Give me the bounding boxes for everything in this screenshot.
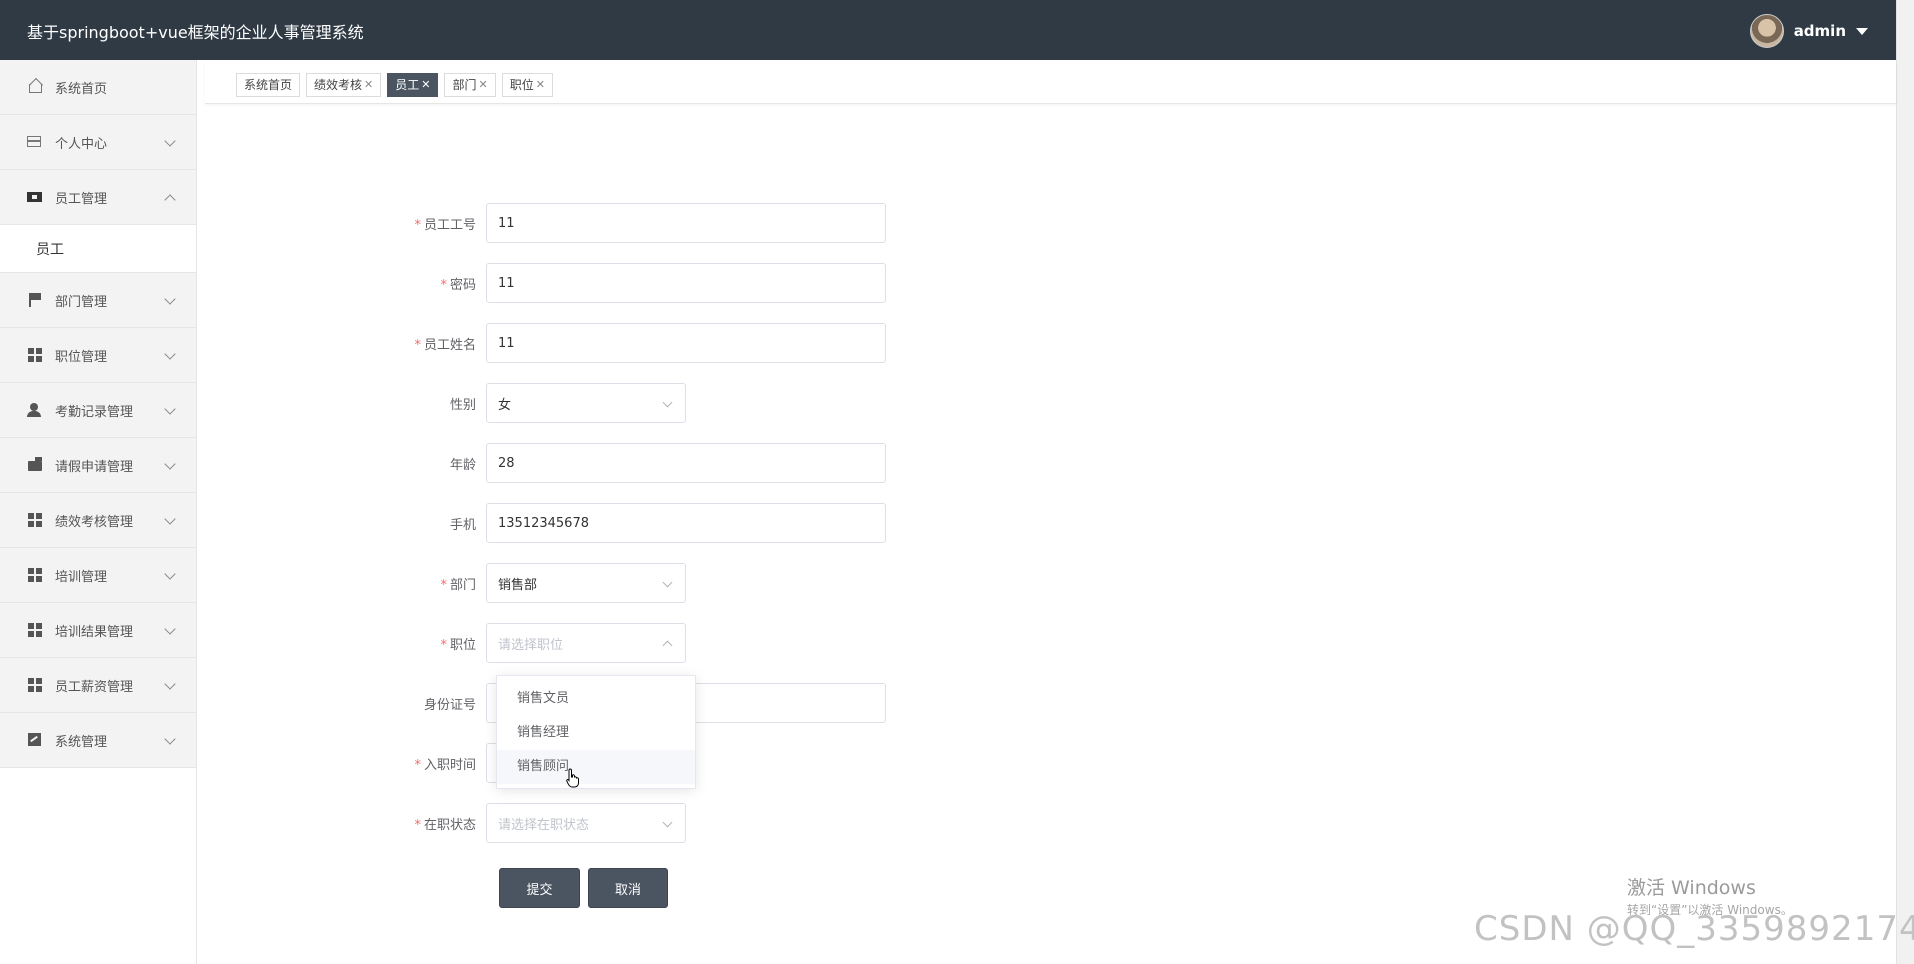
age-input[interactable]: 28 bbox=[486, 443, 886, 483]
scrollbar[interactable] bbox=[1896, 0, 1914, 964]
user-menu[interactable]: admin bbox=[1749, 14, 1868, 48]
cancel-button[interactable]: 取消 bbox=[588, 868, 668, 908]
dropdown-option[interactable]: 销售经理 bbox=[497, 716, 695, 750]
flag-icon bbox=[27, 292, 43, 308]
dropdown-option[interactable]: 销售顾问 bbox=[497, 750, 695, 784]
sidebar-subitem-employee[interactable]: 员工 bbox=[0, 225, 196, 273]
sidebar-item-training-management[interactable]: 培训管理 bbox=[0, 548, 196, 603]
department-label: * 部门 bbox=[440, 577, 476, 593]
sidebar-item-salary-management[interactable]: 员工薪资管理 bbox=[0, 658, 196, 713]
position-select[interactable]: 请选择职位 bbox=[486, 623, 686, 663]
chevron-down-icon bbox=[164, 568, 176, 580]
form-row-department: * 部门 销售部 bbox=[390, 563, 686, 603]
form-row-password: * 密码 11 bbox=[390, 263, 886, 303]
password-label: * 密码 bbox=[440, 277, 476, 293]
chevron-down-icon bbox=[164, 513, 176, 525]
id-card-label: 身份证号 bbox=[423, 697, 476, 713]
top-bar: 基于springboot+vue框架的企业人事管理系统 admin bbox=[0, 0, 1896, 60]
form-row-name: * 员工姓名 11 bbox=[390, 323, 886, 363]
status-select[interactable]: 请选择在职状态 bbox=[486, 803, 686, 843]
close-icon[interactable]: ✕ bbox=[421, 74, 430, 96]
sidebar-item-employee-management[interactable]: 员工管理 bbox=[0, 170, 196, 225]
form-row-gender: 性别 女 bbox=[390, 383, 686, 423]
home-icon bbox=[27, 77, 44, 95]
chevron-down-icon bbox=[662, 397, 673, 408]
sidebar-item-personal-center[interactable]: 个人中心 bbox=[0, 115, 196, 170]
briefcase-icon bbox=[27, 457, 43, 473]
chevron-down-icon bbox=[164, 623, 176, 635]
chevron-down-icon bbox=[164, 733, 176, 745]
form-row-phone: 手机 13512345678 bbox=[390, 503, 886, 543]
chart-icon bbox=[27, 732, 43, 748]
sidebar-item-attendance-management[interactable]: 考勤记录管理 bbox=[0, 383, 196, 438]
sidebar-item-department-management[interactable]: 部门管理 bbox=[0, 273, 196, 328]
tab-position[interactable]: 职位 ✕ bbox=[501, 73, 553, 97]
sidebar-item-training-result-management[interactable]: 培训结果管理 bbox=[0, 603, 196, 658]
status-label: * 在职状态 bbox=[414, 817, 476, 833]
submit-button[interactable]: 提交 bbox=[499, 868, 580, 908]
sidebar-item-performance-management[interactable]: 绩效考核管理 bbox=[0, 493, 196, 548]
name-label: * 员工姓名 bbox=[414, 337, 476, 353]
department-select[interactable]: 销售部 bbox=[486, 563, 686, 603]
close-icon[interactable]: ✕ bbox=[364, 74, 373, 96]
name-input[interactable]: 11 bbox=[486, 323, 886, 363]
grid-icon bbox=[27, 677, 43, 693]
gender-label: 性别 bbox=[449, 397, 476, 413]
password-input[interactable]: 11 bbox=[486, 263, 886, 303]
phone-label: 手机 bbox=[449, 517, 476, 533]
tab-employee[interactable]: 员工 ✕ bbox=[387, 73, 439, 97]
grid-icon bbox=[27, 347, 43, 363]
sidebar-item-position-management[interactable]: 职位管理 bbox=[0, 328, 196, 383]
sidebar: 系统首页 个人中心 员工管理 员工 部门管理 职位管理 考勤记录管理 请假申请管… bbox=[0, 60, 197, 964]
avatar[interactable] bbox=[1749, 14, 1784, 48]
chevron-down-icon bbox=[164, 458, 176, 470]
dropdown-option[interactable]: 销售文员 bbox=[497, 682, 695, 716]
tab-performance[interactable]: 绩效考核 ✕ bbox=[306, 73, 382, 97]
age-label: 年龄 bbox=[449, 457, 476, 473]
sidebar-item-leave-management[interactable]: 请假申请管理 bbox=[0, 438, 196, 493]
employee-no-label: * 员工工号 bbox=[414, 217, 476, 233]
sidebar-item-home[interactable]: 系统首页 bbox=[0, 60, 196, 115]
tabs: 系统首页 绩效考核 ✕ 员工 ✕ 部门 ✕ 职位 ✕ bbox=[236, 73, 553, 97]
chevron-up-icon bbox=[662, 640, 673, 651]
grid-icon bbox=[27, 567, 43, 583]
tab-home[interactable]: 系统首页 bbox=[236, 73, 301, 97]
form-row-employee-no: * 员工工号 11 bbox=[390, 203, 886, 243]
chevron-down-icon bbox=[164, 678, 176, 690]
username[interactable]: admin bbox=[1794, 22, 1846, 40]
chevron-down-icon bbox=[164, 293, 176, 305]
grid-icon bbox=[27, 512, 43, 528]
close-icon[interactable]: ✕ bbox=[479, 74, 488, 96]
user-icon bbox=[27, 402, 43, 418]
chevron-down-icon bbox=[662, 817, 673, 828]
windows-activate-title: 激活 Windows bbox=[1627, 877, 1756, 899]
hand-cursor-icon bbox=[566, 768, 579, 788]
position-dropdown: 销售文员 销售经理 销售顾问 bbox=[496, 675, 696, 789]
phone-input[interactable]: 13512345678 bbox=[486, 503, 886, 543]
form-row-status: * 在职状态 请选择在职状态 bbox=[390, 803, 686, 843]
app-title: 基于springboot+vue框架的企业人事管理系统 bbox=[27, 23, 364, 42]
caret-down-icon[interactable] bbox=[1856, 27, 1868, 35]
form-row-age: 年龄 28 bbox=[390, 443, 886, 483]
chevron-down-icon bbox=[164, 135, 176, 147]
grid-icon bbox=[27, 622, 43, 638]
chevron-down-icon bbox=[164, 348, 176, 360]
employee-no-input[interactable]: 11 bbox=[486, 203, 886, 243]
form-row-position: * 职位 请选择职位 bbox=[390, 623, 686, 663]
id-card-icon bbox=[27, 134, 43, 150]
close-icon[interactable]: ✕ bbox=[536, 74, 545, 96]
tab-department[interactable]: 部门 ✕ bbox=[444, 73, 496, 97]
csdn-watermark: CSDN @QQ_3359892174 bbox=[1474, 909, 1914, 949]
ticket-icon bbox=[27, 189, 43, 205]
chevron-up-icon bbox=[164, 194, 176, 206]
hire-date-label: * 入职时间 bbox=[414, 757, 476, 773]
chevron-down-icon bbox=[164, 403, 176, 415]
position-label: * 职位 bbox=[440, 637, 476, 653]
tags-view-bar: 系统首页 绩效考核 ✕ 员工 ✕ 部门 ✕ 职位 ✕ bbox=[205, 63, 1896, 104]
chevron-down-icon bbox=[662, 577, 673, 588]
gender-select[interactable]: 女 bbox=[486, 383, 686, 423]
sidebar-item-system-management[interactable]: 系统管理 bbox=[0, 713, 196, 768]
